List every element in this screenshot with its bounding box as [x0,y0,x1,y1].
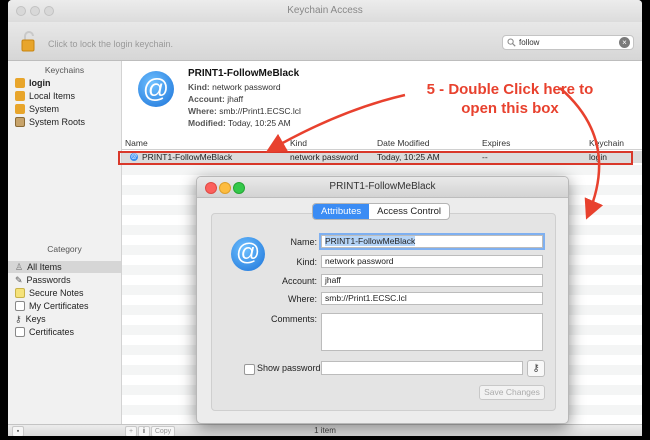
account-label: Account: [281,276,317,286]
window-title: Keychain Access [287,5,363,16]
kind-field[interactable]: network password [321,255,543,268]
category-header: Category [47,244,82,254]
summary-where: Where: smb://Print1.ECSC.lcl [188,106,301,116]
save-changes-button[interactable]: Save Changes [479,385,545,400]
status-bar: ▪ + i Copy 1 item [8,424,642,436]
kind-label: Kind: [296,257,317,267]
tab-bar: Attributes Access Control [312,203,451,220]
category-keys[interactable]: ⚷ Keys [15,313,46,325]
column-expires[interactable]: Expires [482,138,510,148]
pencil-icon: ✎ [15,274,23,285]
name-field[interactable]: PRINT1-FollowMeBlack [321,235,543,248]
sidebar: Keychains login Local Items System Syste… [8,61,122,424]
keychains-header: Keychains [44,65,85,75]
column-name[interactable]: Name [125,138,148,148]
summary-kind: Kind: network password [188,82,281,92]
lock-icon [15,104,25,114]
column-kind[interactable]: Kind [290,138,307,148]
cabinet-icon [15,117,25,127]
category-passwords[interactable]: ✎ Passwords [15,274,71,286]
summary-title: PRINT1-FollowMeBlack [188,68,300,79]
certificate-icon [15,301,25,311]
tab-access-control[interactable]: Access Control [369,204,449,219]
sidebar-item-login[interactable]: login [15,77,51,89]
column-date-modified[interactable]: Date Modified [377,138,429,148]
category-certificates[interactable]: Certificates [15,326,74,338]
sidebar-item-local-items[interactable]: Local Items [15,90,75,102]
column-keychain[interactable]: Keychain [589,138,624,148]
key-icon: ⚷ [15,313,22,324]
password-field[interactable] [321,361,523,375]
category-secure-notes[interactable]: Secure Notes [15,287,84,299]
account-field[interactable]: jhaff [321,274,543,287]
item-info-dialog: PRINT1-FollowMeBlack Attributes Access C… [196,176,569,424]
show-password-checkbox[interactable] [244,364,255,375]
search-input[interactable]: follow [519,38,539,47]
key-icon[interactable]: ⚷ [527,360,545,377]
sidebar-item-system[interactable]: System [15,103,59,115]
search-field[interactable]: follow × [502,35,634,50]
certificate-icon [15,327,25,337]
dialog-title: PRINT1-FollowMeBlack [329,181,436,192]
category-my-certificates[interactable]: My Certificates [15,300,89,312]
where-label: Where: [287,294,317,304]
item-count: 1 item [314,426,336,435]
lock-hint-text[interactable]: Click to lock the login keychain. [48,39,173,49]
lock-open-icon[interactable] [21,30,37,52]
table-header: Name Kind Date Modified Expires Keychain [122,137,642,150]
people-icon: ♙ [15,261,24,272]
dialog-title-bar: PRINT1-FollowMeBlack [197,177,568,198]
category-all-items[interactable]: ♙ All Items [15,261,62,273]
clear-search-icon[interactable]: × [619,37,630,48]
where-field[interactable]: smb://Print1.ECSC.lcl [321,292,543,305]
toolbar: Click to lock the login keychain. follow… [8,22,642,61]
comments-field[interactable] [321,313,543,351]
show-password-label: Show password: [257,363,324,373]
comments-label: Comments: [270,314,317,324]
instruction-annotation: 5 - Double Click here to open this box [426,81,594,117]
tab-attributes[interactable]: Attributes [313,204,370,219]
at-sign-icon: @ [138,71,174,107]
sidebar-item-system-roots[interactable]: System Roots [15,116,85,128]
title-bar: Keychain Access [8,0,642,23]
summary-modified: Modified: Today, 10:25 AM [188,118,291,128]
highlight-box [118,151,633,165]
summary-account: Account: jhaff [188,94,244,104]
name-label: Name: [290,237,317,247]
search-icon [507,38,516,47]
lock-open-icon [15,91,25,101]
note-icon [15,288,25,298]
lock-open-icon [15,78,25,88]
